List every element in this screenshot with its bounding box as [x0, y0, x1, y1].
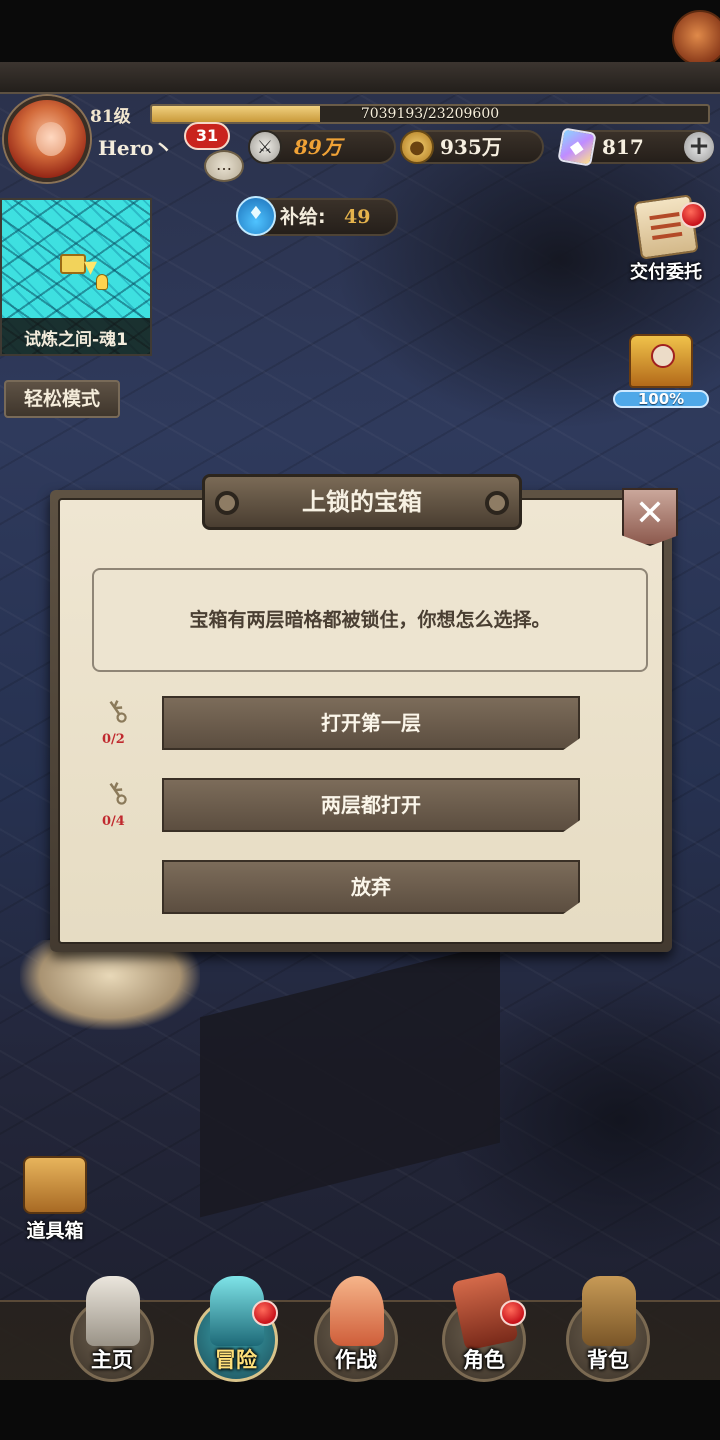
nav-adventure[interactable]: 冒险 [180, 1276, 292, 1384]
minimap-player-icon [96, 274, 108, 290]
nav-character-label: 角色 [463, 1348, 505, 1372]
notification-dot [500, 1300, 526, 1326]
chest-progress-button[interactable]: 100% [612, 334, 710, 408]
commission-button[interactable]: 交付委托 [616, 194, 716, 284]
toolbox-icon [23, 1156, 87, 1214]
locked-chest-dialog: 宝箱有两层暗格都被锁住，你想怎么选择。 ⚷ 0/2 打开第一层 ⚷ 0/4 两层… [50, 474, 678, 952]
dialog-message: 宝箱有两层暗格都被锁住，你想怎么选择。 [189, 609, 551, 631]
key-count: 0/4 [102, 814, 125, 829]
minimap-arrow-icon: ▾ [84, 252, 98, 282]
gold-coin-icon: ● [400, 130, 434, 164]
give-up-button[interactable]: 放弃 [162, 860, 580, 914]
statue-icon [86, 1276, 140, 1346]
supply-counter: ♦ 补给: 49 [236, 196, 398, 236]
system-nav-strip [0, 1380, 720, 1440]
key-count: 0/2 [102, 732, 125, 747]
header-strip [0, 62, 720, 94]
commission-label: 交付委托 [630, 262, 702, 283]
avatar[interactable] [4, 96, 90, 182]
notification-dot [680, 202, 706, 228]
chest-progress-text: 100% [637, 390, 685, 408]
key-icon: ⚷ [98, 690, 137, 733]
minimap[interactable]: ▾ 试炼之间-魂1 [0, 198, 152, 356]
event-icon[interactable] [672, 10, 720, 66]
dialog-title: 上锁的宝箱 [302, 488, 422, 516]
close-icon[interactable]: ✕ [622, 488, 678, 546]
exp-text: 7039193/23209600 [360, 106, 500, 122]
chat-icon[interactable]: … [204, 150, 244, 182]
nav-home[interactable]: 主页 [56, 1276, 168, 1384]
option-row-first-layer: ⚷ 0/2 打开第一层 [92, 691, 652, 750]
nav-character[interactable]: 角色 [428, 1271, 540, 1384]
easy-mode-button[interactable]: 轻松模式 [4, 380, 120, 418]
exp-bar: 7039193/23209600 [150, 104, 710, 124]
gem-icon: ◆ [557, 127, 597, 167]
backpack-icon [582, 1276, 636, 1346]
toolbox-button[interactable]: 道具箱 [18, 1156, 92, 1243]
portal-structure[interactable] [20, 940, 200, 1030]
dialog-body: 宝箱有两层暗格都被锁住，你想怎么选择。 ⚷ 0/2 打开第一层 ⚷ 0/4 两层… [58, 498, 664, 944]
treasure-chest-icon [629, 334, 693, 388]
add-gems-button[interactable]: + [684, 132, 714, 162]
open-first-layer-button[interactable]: 打开第一层 [162, 696, 580, 750]
nav-battle-label: 作战 [335, 1348, 377, 1372]
minimap-location: 试炼之间-魂1 [24, 330, 128, 350]
dialog-message-box: 宝箱有两层暗格都被锁住，你想怎么选择。 [92, 568, 648, 672]
crossed-swords-icon: ⚔ [248, 130, 282, 164]
chat-unread-badge: 31 [184, 122, 230, 150]
hero-girl-icon [330, 1276, 384, 1346]
status-bar [0, 0, 720, 62]
minimap-chest-icon [60, 254, 86, 274]
potion-icon: ♦ [236, 196, 276, 236]
dialog-title-plate: 上锁的宝箱 [202, 474, 522, 530]
nav-adventure-label: 冒险 [215, 1348, 257, 1372]
nav-battle[interactable]: 作战 [300, 1276, 412, 1384]
gold-value: 935万 [440, 135, 502, 159]
nav-backpack-label: 背包 [587, 1348, 629, 1372]
supply-value: 49 [344, 206, 371, 228]
open-both-layers-button[interactable]: 两层都打开 [162, 778, 580, 832]
option-row-give-up: 放弃 [92, 860, 652, 914]
gem-value: 817 [602, 135, 644, 159]
key-icon: ⚷ [98, 772, 137, 815]
combat-power: ⚔ 89万 [248, 130, 396, 164]
player-level: 81级 [90, 107, 131, 127]
player-name: Hero丶 [98, 136, 174, 160]
combat-power-value: 89万 [294, 135, 342, 159]
nav-backpack[interactable]: 背包 [552, 1276, 664, 1384]
supply-label: 补给: [280, 206, 326, 228]
toolbox-label: 道具箱 [26, 1220, 84, 1242]
option-row-both-layers: ⚷ 0/4 两层都打开 [92, 773, 652, 832]
gold-counter: ● 935万 [400, 130, 544, 164]
gem-counter: ◆ 817 + [557, 127, 714, 167]
notification-dot [252, 1300, 278, 1326]
nav-home-label: 主页 [91, 1348, 133, 1372]
chest-progress-bar: 100% [613, 390, 709, 408]
avatar-face [36, 122, 66, 156]
